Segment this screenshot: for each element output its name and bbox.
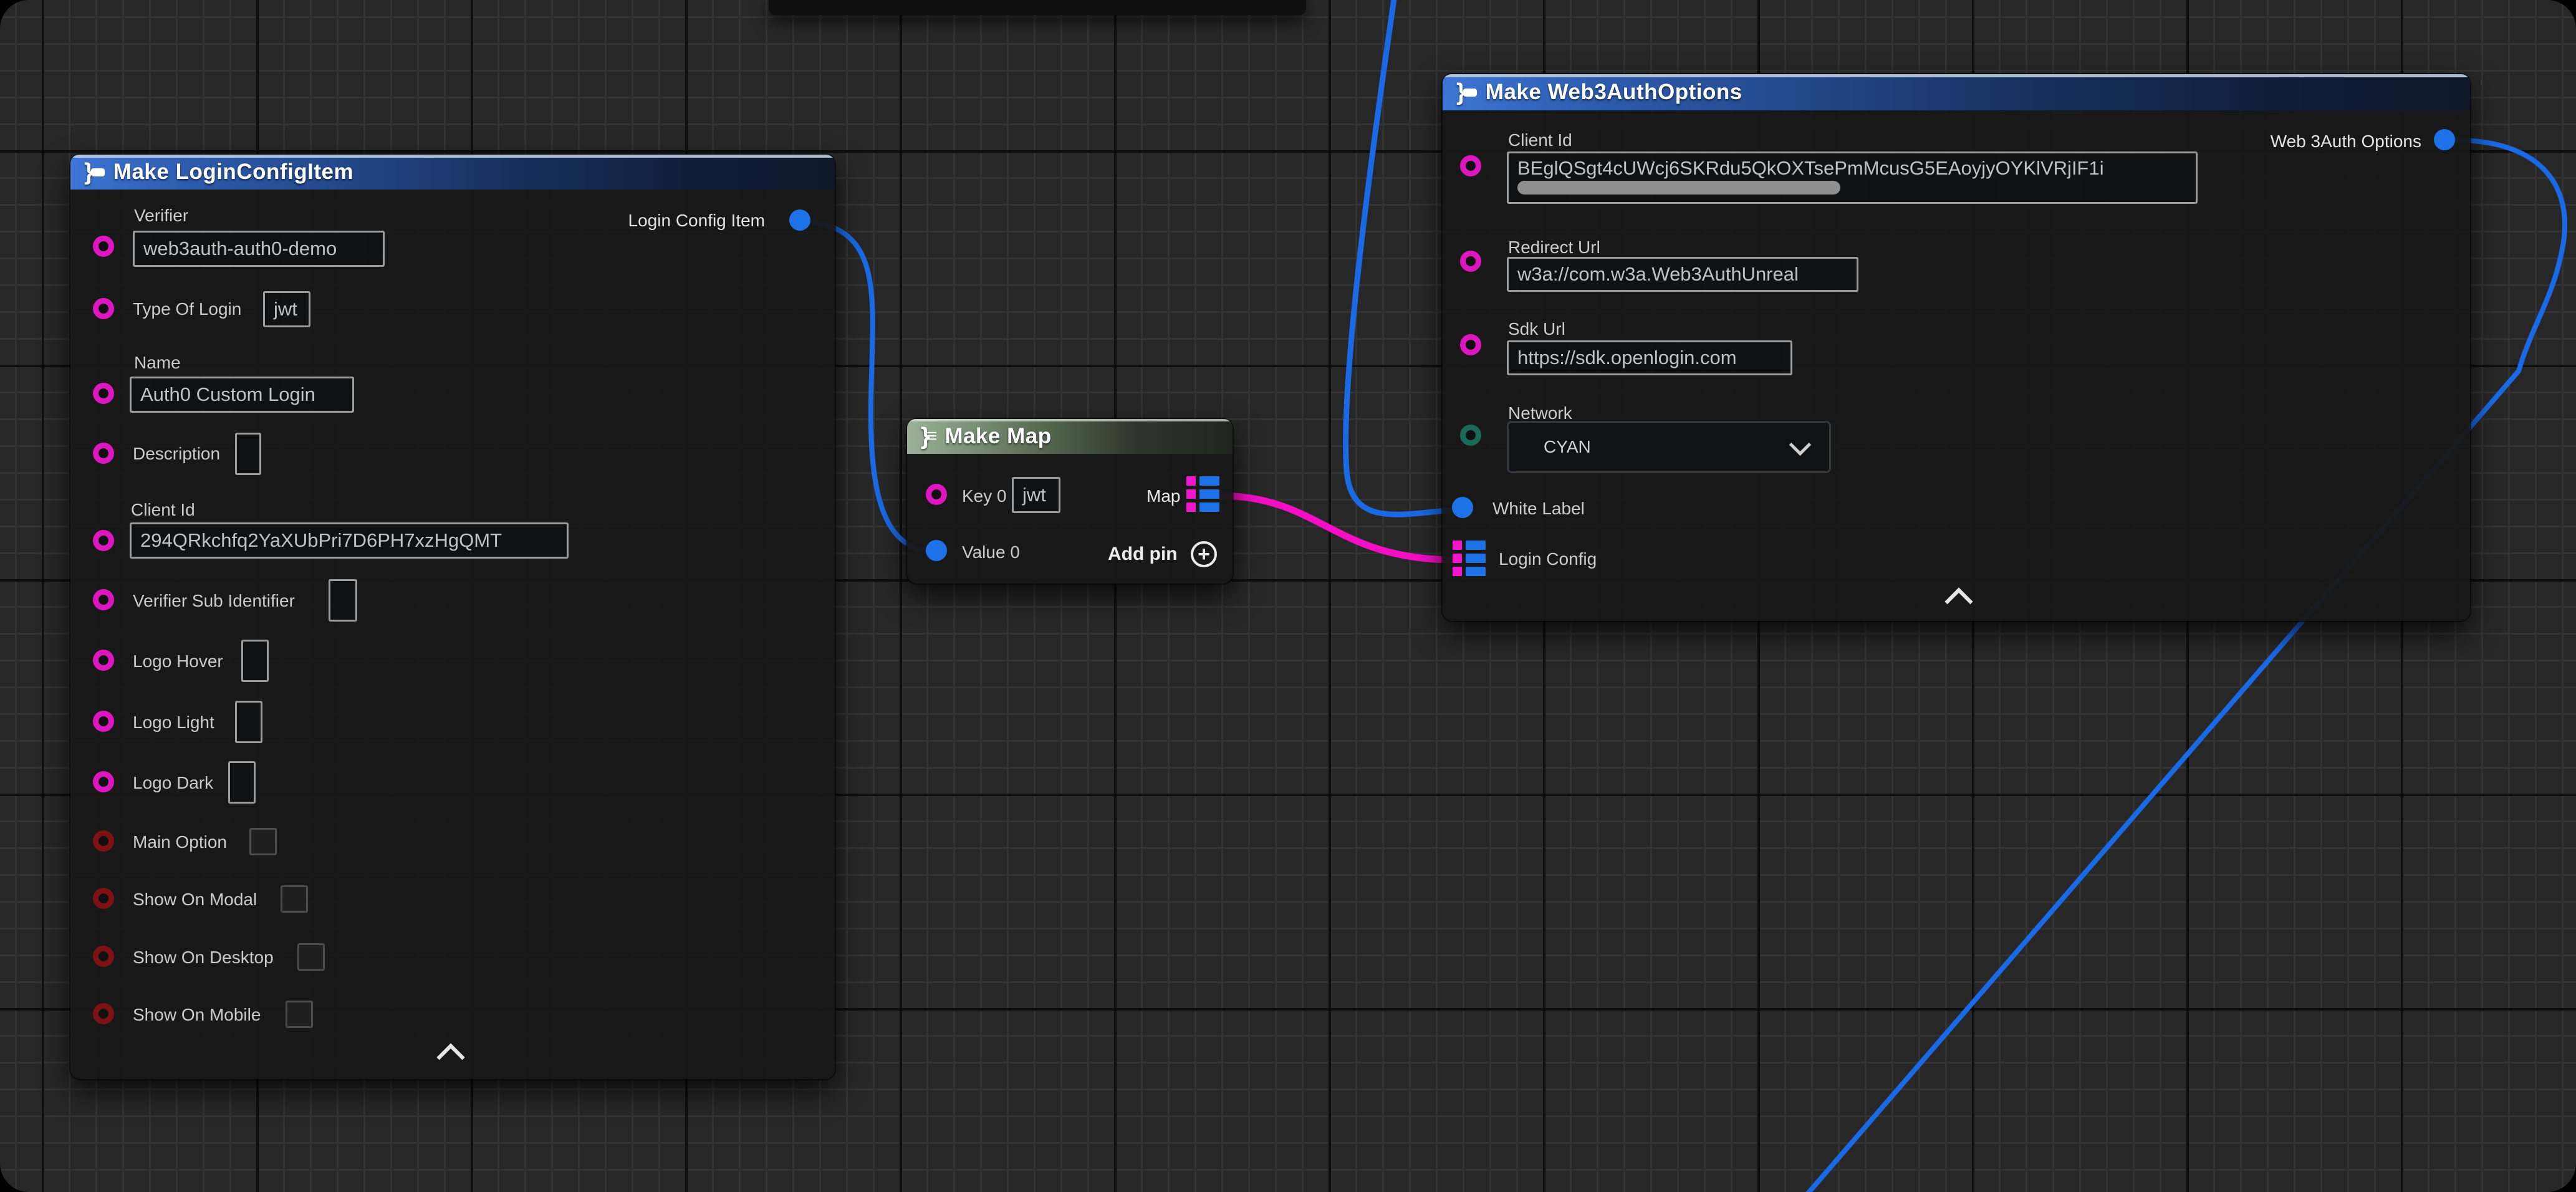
pin-label-white-label: White Label xyxy=(1492,499,1585,519)
pin-label-description: Description xyxy=(133,444,220,464)
checkbox-show-on-mobile[interactable] xyxy=(286,1001,313,1028)
pin-show-on-modal[interactable] xyxy=(93,888,114,909)
pin-logo-light[interactable] xyxy=(93,711,114,732)
make-struct-icon-dot xyxy=(1463,89,1477,97)
field-logo-light[interactable] xyxy=(235,701,262,743)
output-pin-web3auth-options[interactable] xyxy=(2434,129,2455,150)
pin-verifier-sub-identifier[interactable] xyxy=(93,589,114,610)
pin-network[interactable] xyxy=(1460,425,1481,446)
map-output-pin[interactable] xyxy=(1186,476,1219,512)
field-logo-hover[interactable] xyxy=(241,640,269,682)
pin-label-redirect-url: Redirect Url xyxy=(1508,238,1600,257)
field-client-id[interactable]: BEglQSgt4cUWcj6SKRdu5QkOXTsePmMcusG5EAoy… xyxy=(1507,151,2198,204)
pin-label-logo-light: Logo Light xyxy=(133,713,214,733)
pin-white-label[interactable] xyxy=(1452,497,1473,518)
pin-label-client-id: Client Id xyxy=(1508,130,1572,150)
output-pin-login-config-item[interactable] xyxy=(789,209,810,231)
blueprint-graph-canvas[interactable]: } Make LoginConfigItem Login Config Item… xyxy=(0,0,2576,1192)
field-client-id-text: BEglQSgt4cUWcj6SKRdu5QkOXTsePmMcusG5EAoy… xyxy=(1517,157,2104,180)
pin-label-verifier-sub-identifier: Verifier Sub Identifier xyxy=(133,591,295,611)
field-description[interactable] xyxy=(235,433,261,475)
output-pin-label-map: Map xyxy=(1146,486,1180,506)
make-map-icon-lines: ≡ xyxy=(926,426,936,447)
pin-label-show-on-modal: Show On Modal xyxy=(133,890,257,910)
pin-label-name: Name xyxy=(134,353,181,373)
node-title: Make LoginConfigItem xyxy=(113,160,353,185)
add-pin-label: Add pin xyxy=(1108,544,1178,565)
pin-main-option[interactable] xyxy=(93,830,114,852)
pin-show-on-mobile[interactable] xyxy=(93,1003,114,1024)
output-pin-label: Web 3Auth Options xyxy=(2271,132,2421,151)
pin-verifier[interactable] xyxy=(93,236,114,257)
field-client-id[interactable]: 294QRkchfq2YaXUbPri7D6PH7xzHgQMT xyxy=(130,522,569,559)
pin-label-main-option: Main Option xyxy=(133,832,227,852)
field-key-0[interactable]: jwt xyxy=(1012,477,1060,513)
add-pin-button[interactable]: + xyxy=(1191,541,1217,567)
pin-type-of-login[interactable] xyxy=(93,298,114,319)
screenshot-frame: } Make LoginConfigItem Login Config Item… xyxy=(0,0,2576,1192)
wire-map-to-loginconfig[interactable] xyxy=(1222,496,1455,560)
pin-sdk-url[interactable] xyxy=(1460,334,1481,355)
make-struct-icon-dot xyxy=(91,168,105,176)
output-pin-label: Login Config Item xyxy=(628,211,765,231)
node-header-make-loginconfigitem[interactable]: } Make LoginConfigItem xyxy=(70,155,835,190)
dropdown-network-value: CYAN xyxy=(1544,437,1591,457)
dropdown-network[interactable]: CYAN xyxy=(1507,421,1831,473)
pin-client-id[interactable] xyxy=(93,530,114,551)
checkbox-show-on-modal[interactable] xyxy=(281,885,308,913)
pin-login-config[interactable] xyxy=(1453,541,1486,576)
collapse-node-chevron[interactable] xyxy=(1944,587,1973,615)
pin-label-key-0: Key 0 xyxy=(962,486,1007,506)
pin-client-id[interactable] xyxy=(1460,155,1481,176)
field-verifier[interactable]: web3auth-auth0-demo xyxy=(133,231,385,267)
pin-label-type-of-login: Type Of Login xyxy=(133,299,241,319)
pin-logo-hover[interactable] xyxy=(93,650,114,671)
partial-node-top[interactable] xyxy=(769,0,1306,15)
node-make-web3authoptions[interactable]: } Make Web3AuthOptions Web 3Auth Options… xyxy=(1443,74,2470,621)
field-sdk-url[interactable]: https://sdk.openlogin.com xyxy=(1507,340,1792,375)
checkbox-show-on-desktop[interactable] xyxy=(297,943,325,971)
pin-logo-dark[interactable] xyxy=(93,771,114,792)
node-header-make-web3authoptions[interactable]: } Make Web3AuthOptions xyxy=(1443,74,2470,110)
pin-label-verifier: Verifier xyxy=(134,206,188,226)
pin-label-show-on-desktop: Show On Desktop xyxy=(133,948,274,968)
node-title: Make Web3AuthOptions xyxy=(1486,80,1742,105)
pin-label-client-id: Client Id xyxy=(131,500,195,520)
node-make-map[interactable]: }≡ Make Map Key 0 jwt Map Value 0 Add pi… xyxy=(907,419,1233,584)
pin-description[interactable] xyxy=(93,443,114,464)
pin-show-on-desktop[interactable] xyxy=(93,946,114,967)
field-name[interactable]: Auth0 Custom Login xyxy=(130,377,354,413)
chevron-down-icon xyxy=(1789,434,1811,456)
field-verifier-sub-identifier[interactable] xyxy=(329,579,357,622)
pin-value-0[interactable] xyxy=(926,540,947,561)
pin-key-0[interactable] xyxy=(926,484,947,505)
field-type-of-login[interactable]: jwt xyxy=(263,291,310,327)
pin-label-logo-dark: Logo Dark xyxy=(133,773,213,793)
node-header-make-map[interactable]: }≡ Make Map xyxy=(907,419,1233,454)
pin-label-logo-hover: Logo Hover xyxy=(133,651,223,671)
pin-redirect-url[interactable] xyxy=(1460,251,1481,272)
collapse-node-chevron[interactable] xyxy=(436,1043,464,1071)
pin-label-sdk-url: Sdk Url xyxy=(1508,319,1565,339)
field-redirect-url[interactable]: w3a://com.w3a.Web3AuthUnreal xyxy=(1507,257,1858,292)
pin-name[interactable] xyxy=(93,383,114,404)
pin-label-value-0: Value 0 xyxy=(962,542,1020,562)
node-title: Make Map xyxy=(944,424,1051,449)
field-client-id-scrollbar[interactable] xyxy=(1517,181,1840,195)
pin-label-login-config: Login Config xyxy=(1499,549,1597,569)
node-make-loginconfigitem[interactable]: } Make LoginConfigItem Login Config Item… xyxy=(70,155,835,1079)
field-logo-dark[interactable] xyxy=(228,761,256,804)
checkbox-main-option[interactable] xyxy=(249,828,277,855)
pin-label-show-on-mobile: Show On Mobile xyxy=(133,1005,261,1025)
